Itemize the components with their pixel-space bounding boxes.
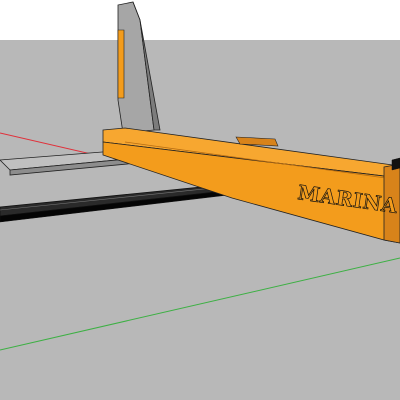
3d-modeling-viewport[interactable]: MARINA <box>0 0 400 400</box>
mast-orange-strip <box>117 29 125 99</box>
beam-end-black <box>391 157 400 171</box>
scene-canvas[interactable]: MARINA <box>0 0 400 400</box>
sky <box>0 0 400 40</box>
